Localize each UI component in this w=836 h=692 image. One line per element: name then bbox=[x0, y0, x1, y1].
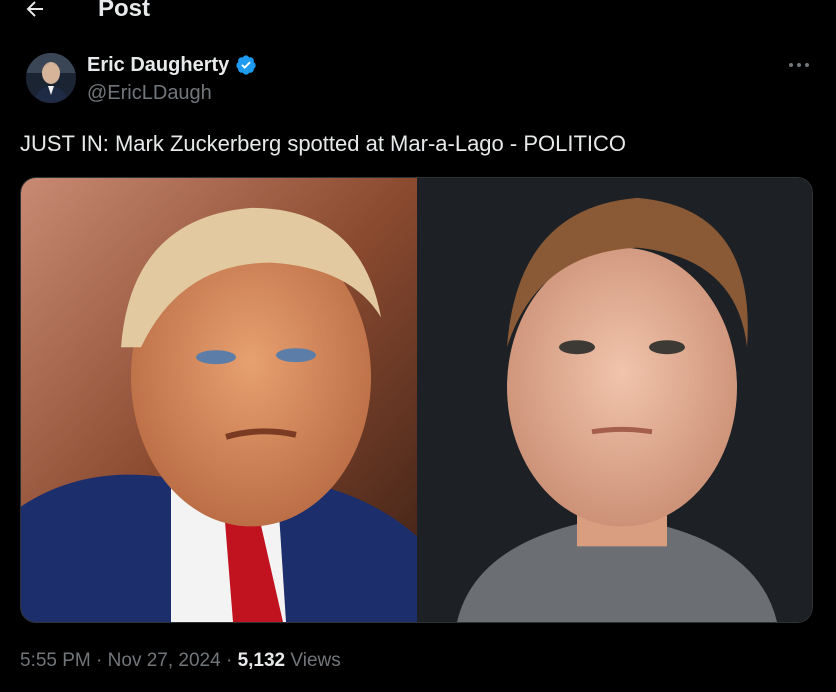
more-horizontal-icon bbox=[789, 63, 809, 67]
tweet-media[interactable] bbox=[20, 177, 813, 623]
verified-badge-icon bbox=[236, 55, 256, 75]
arrow-left-icon bbox=[26, 1, 43, 17]
tweet-text: JUST IN: Mark Zuckerberg spotted at Mar-… bbox=[20, 131, 627, 156]
media-photo-left[interactable] bbox=[21, 178, 417, 622]
avatar-image bbox=[26, 53, 76, 103]
author-display-name[interactable]: Eric Daugherty bbox=[87, 53, 229, 77]
post-date[interactable]: Nov 27, 2024 bbox=[108, 650, 221, 671]
views-count: 5,132 bbox=[237, 650, 286, 671]
more-button[interactable] bbox=[782, 52, 816, 78]
author-name-row: Eric Daugherty bbox=[87, 53, 257, 77]
author-handle[interactable]: @EricLDaugh bbox=[87, 81, 212, 105]
views-label: Views bbox=[285, 650, 341, 671]
page-title: Post bbox=[98, 0, 151, 22]
meta-separator: · bbox=[90, 650, 108, 671]
back-button[interactable] bbox=[18, 0, 52, 24]
avatar[interactable] bbox=[26, 53, 76, 103]
post-meta: 5:55 PM · Nov 27, 2024 · 5,132 Views bbox=[20, 648, 341, 674]
media-photo-right[interactable] bbox=[417, 178, 813, 622]
post-time[interactable]: 5:55 PM bbox=[20, 650, 91, 671]
meta-separator: · bbox=[220, 650, 238, 671]
top-bar: Post bbox=[0, 0, 836, 24]
